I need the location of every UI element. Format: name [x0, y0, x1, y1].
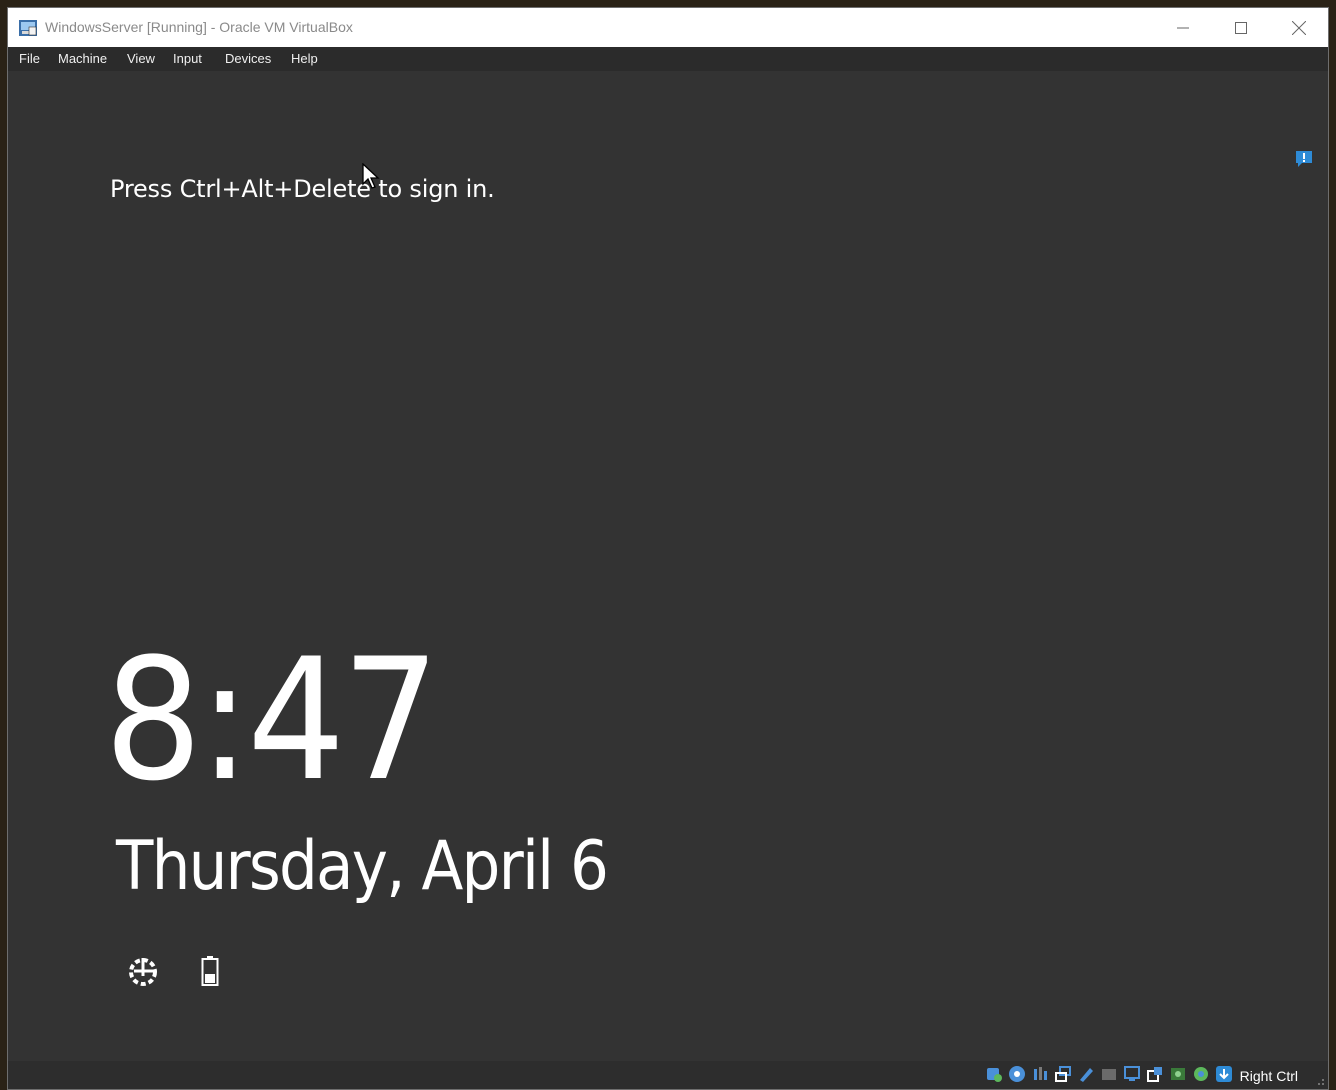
- battery-icon[interactable]: [201, 955, 219, 987]
- menu-devices[interactable]: Devices: [225, 51, 271, 66]
- minimize-button[interactable]: [1154, 8, 1212, 47]
- close-icon: [1292, 20, 1306, 35]
- device-status-icons: [985, 1065, 1233, 1083]
- virtualbox-window: WindowsServer [Running] - Oracle VM Virt…: [7, 7, 1329, 1090]
- resize-grip-icon[interactable]: [1315, 1076, 1325, 1086]
- menu-view[interactable]: View: [127, 51, 155, 66]
- cpu-icon[interactable]: [1192, 1065, 1210, 1083]
- maximize-icon: [1235, 21, 1247, 34]
- maximize-button[interactable]: [1212, 8, 1270, 47]
- video-capture-icon[interactable]: [1146, 1065, 1164, 1083]
- sign-in-prompt: Press Ctrl+Alt+Delete to sign in.: [110, 175, 495, 203]
- status-bar: Right Ctrl: [8, 1061, 1328, 1089]
- audio-icon[interactable]: [1031, 1065, 1049, 1083]
- network-icon[interactable]: [1054, 1065, 1072, 1083]
- close-button[interactable]: [1270, 8, 1328, 47]
- lock-clock: 8:47: [104, 622, 440, 818]
- menu-input[interactable]: Input: [173, 51, 202, 66]
- virtualbox-app-icon: [19, 20, 37, 36]
- mouse-integration-icon[interactable]: [1215, 1065, 1233, 1083]
- recording-icon[interactable]: [1169, 1065, 1187, 1083]
- lock-date: Thursday, April 6: [116, 827, 609, 906]
- notification-icon[interactable]: [1294, 149, 1314, 169]
- host-key-label: Right Ctrl: [1239, 1068, 1298, 1084]
- shared-folders-icon[interactable]: [1100, 1065, 1118, 1083]
- display-icon[interactable]: [1123, 1065, 1141, 1083]
- menu-help[interactable]: Help: [291, 51, 318, 66]
- minimize-icon: [1177, 27, 1189, 28]
- menu-machine[interactable]: Machine: [58, 51, 107, 66]
- hard-disk-icon[interactable]: [985, 1065, 1003, 1083]
- title-bar[interactable]: WindowsServer [Running] - Oracle VM Virt…: [8, 8, 1328, 47]
- mouse-pointer-icon: [362, 163, 380, 189]
- optical-drive-icon[interactable]: [1008, 1065, 1026, 1083]
- window-title: WindowsServer [Running] - Oracle VM Virt…: [45, 19, 353, 35]
- menu-bar: File Machine View Input Devices Help: [8, 47, 1328, 71]
- vm-display[interactable]: Press Ctrl+Alt+Delete to sign in. 8:47 T…: [8, 71, 1328, 1061]
- ease-of-access-icon[interactable]: [126, 954, 160, 988]
- menu-file[interactable]: File: [19, 51, 40, 66]
- usb-icon[interactable]: [1077, 1065, 1095, 1083]
